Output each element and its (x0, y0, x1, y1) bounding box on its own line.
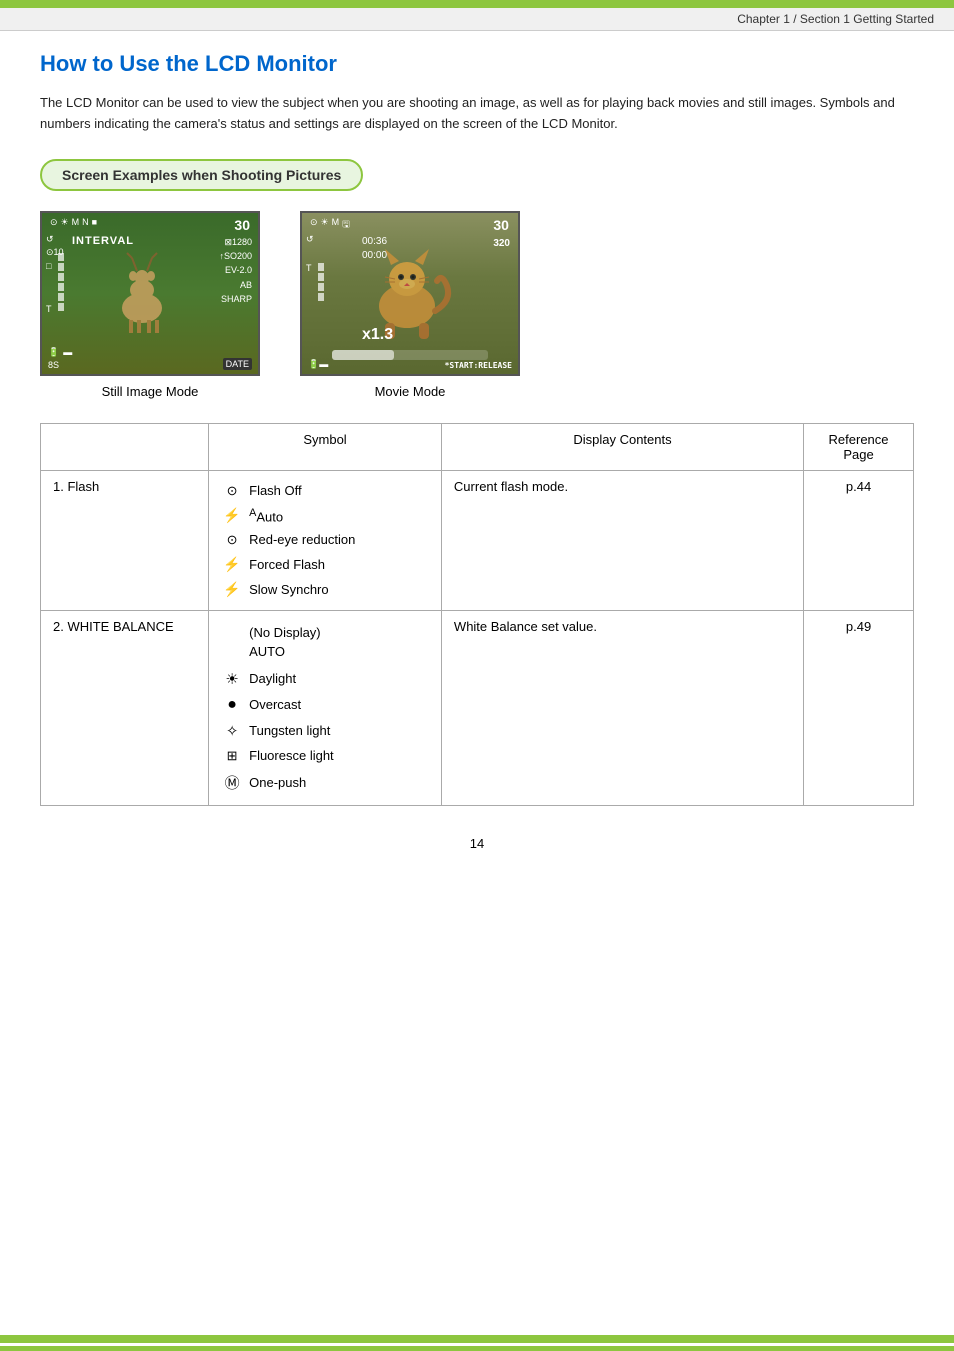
still-icon-camera: ■ (92, 217, 97, 228)
wb-ref-page: p.49 (846, 619, 871, 634)
movie-screen-progress-bar (332, 350, 488, 360)
flash-auto-label: AAuto (249, 507, 283, 524)
still-screen-right-info: ⊠1280 ↑SO200 EV-2.0 AB SHARP (219, 235, 252, 307)
flash-symbols-cell: ⊙ Flash Off ⚡ AAuto ⊙ Red-eye reduction … (209, 470, 442, 610)
col-header-symbol: Symbol (209, 423, 442, 470)
still-screen-bottom-left: 🔋▬ 8S (48, 347, 72, 370)
deer-image (97, 248, 187, 333)
wb-overcast-icon: ● (221, 696, 243, 714)
chapter-header-text: Chapter 1 / Section 1 Getting Started (737, 12, 934, 26)
movie-screen-progress-inner (332, 350, 394, 360)
flash-redeye-icon: ⊙ (221, 532, 243, 548)
wb-auto-symbol: (No Display)AUTO (221, 619, 429, 666)
wb-onepush-symbol: Ⓜ One-push (221, 768, 429, 797)
flash-slow-icon: ⚡ (221, 581, 243, 598)
flash-forced-symbol: ⚡ Forced Flash (221, 552, 429, 577)
wb-tungsten-symbol: ✧ Tungsten light (221, 718, 429, 744)
page-title: How to Use the LCD Monitor (40, 51, 914, 77)
table-row-flash: 1. Flash ⊙ Flash Off ⚡ AAuto ⊙ Red-eye r… (41, 470, 914, 610)
movie-screen: ⊙ ☀ M 🖫 30320 00:36 00:00 (300, 211, 520, 376)
flash-item-label: 1. Flash (41, 470, 209, 610)
content-area: How to Use the LCD Monitor The LCD Monit… (0, 31, 954, 951)
flash-slow-symbol: ⚡ Slow Synchro (221, 577, 429, 602)
wb-onepush-icon: Ⓜ (221, 772, 243, 793)
wb-item-label: 2. WHITE BALANCE (41, 610, 209, 805)
flash-ref-page: p.44 (846, 479, 871, 494)
movie-icon-1: ⊙ (310, 217, 318, 233)
flash-forced-label: Forced Flash (249, 557, 325, 572)
bottom-bar-2 (0, 1346, 954, 1351)
wb-fluoresce-symbol: ⊞ Fluoresce light (221, 744, 429, 768)
top-green-bar (0, 0, 954, 8)
wb-fluoresce-icon: ⊞ (221, 748, 243, 764)
wb-onepush-label: One-push (249, 775, 306, 790)
flash-display-text: Current flash mode. (454, 479, 568, 494)
movie-screen-left-icons: ↺ T (306, 233, 314, 276)
movie-screen-sidebar-bars (318, 263, 324, 301)
wb-ref-cell: p.49 (804, 610, 914, 805)
wb-overcast-label: Overcast (249, 697, 301, 712)
wb-daylight-label: Daylight (249, 671, 296, 686)
wb-symbols-cell: (No Display)AUTO ☀ Daylight ● Overcast ✧… (209, 610, 442, 805)
flash-off-symbol: ⊙ Flash Off (221, 479, 429, 503)
still-image-label: Still Image Mode (102, 384, 199, 399)
movie-screen-start-release: *START:RELEASE (445, 361, 512, 370)
flash-redeye-symbol: ⊙ Red-eye reduction (221, 528, 429, 552)
intro-text: The LCD Monitor can be used to view the … (40, 93, 914, 135)
movie-screen-container: ⊙ ☀ M 🖫 30320 00:36 00:00 (300, 211, 520, 399)
flash-off-icon: ⊙ (221, 483, 243, 499)
col-header-display: Display Contents (441, 423, 803, 470)
bottom-bars-container (0, 1335, 954, 1351)
wb-tungsten-label: Tungsten light (249, 723, 330, 738)
chapter-header: Chapter 1 / Section 1 Getting Started (0, 8, 954, 31)
movie-screen-top-number: 30320 (493, 217, 510, 249)
screen-examples: ⊙ ☀ M N ■ 30 INTERVAL ↺ ⊙10 □ T (40, 211, 914, 399)
still-icon-1: ⊙ (50, 217, 58, 228)
flash-slow-label: Slow Synchro (249, 582, 328, 597)
still-icon-3: M (72, 217, 80, 228)
still-screen-bottom-right: DATE (223, 358, 252, 370)
flash-auto-icon: ⚡ (221, 507, 243, 524)
wb-label: 2. WHITE BALANCE (53, 619, 174, 634)
wb-daylight-icon: ☀ (221, 670, 243, 688)
col-header-item (41, 423, 209, 470)
still-icon-2: ☀ (61, 217, 69, 228)
flash-off-label: Flash Off (249, 483, 302, 498)
still-icon-4: N (82, 217, 89, 228)
flash-auto-symbol: ⚡ AAuto (221, 503, 429, 528)
table-row-white-balance: 2. WHITE BALANCE (No Display)AUTO ☀ Dayl… (41, 610, 914, 805)
still-screen-interval: INTERVAL (72, 235, 134, 247)
section-header: Screen Examples when Shooting Pictures (40, 159, 363, 191)
flash-redeye-label: Red-eye reduction (249, 532, 355, 547)
wb-display-cell: White Balance set value. (441, 610, 803, 805)
flash-display-cell: Current flash mode. (441, 470, 803, 610)
movie-icon-2: ☀ (321, 217, 329, 233)
movie-screen-top-icons: ⊙ ☀ M 🖫 (310, 217, 350, 233)
movie-icon-3: M (332, 217, 340, 233)
wb-fluoresce-label: Fluoresce light (249, 748, 334, 763)
wb-display-text: White Balance set value. (454, 619, 597, 634)
col-header-ref: ReferencePage (804, 423, 914, 470)
page-number: 14 (40, 836, 914, 851)
table-header-row: Symbol Display Contents ReferencePage (41, 423, 914, 470)
wb-auto-label: (No Display)AUTO (249, 623, 321, 662)
still-screen-top-icons: ⊙ ☀ M N ■ (50, 217, 97, 228)
movie-screen-bottom-left: 🔋▬ (308, 359, 328, 370)
still-screen-sidebar-bars (58, 253, 64, 311)
movie-screen-zoom: x1.3 (362, 326, 393, 344)
still-image-screen: ⊙ ☀ M N ■ 30 INTERVAL ↺ ⊙10 □ T (40, 211, 260, 376)
wb-overcast-symbol: ● Overcast (221, 692, 429, 718)
bottom-bar-1 (0, 1335, 954, 1343)
movie-mode-label: Movie Mode (375, 384, 446, 399)
flash-label: 1. Flash (53, 479, 99, 494)
still-screen-top-number: 30 (234, 217, 250, 233)
cat-image (357, 231, 457, 341)
movie-icon-storage: 🖫 (342, 217, 350, 233)
flash-ref-cell: p.44 (804, 470, 914, 610)
flash-forced-icon: ⚡ (221, 556, 243, 573)
still-image-screen-container: ⊙ ☀ M N ■ 30 INTERVAL ↺ ⊙10 □ T (40, 211, 260, 399)
wb-daylight-symbol: ☀ Daylight (221, 666, 429, 692)
wb-tungsten-icon: ✧ (221, 722, 243, 740)
symbols-table: Symbol Display Contents ReferencePage 1.… (40, 423, 914, 806)
